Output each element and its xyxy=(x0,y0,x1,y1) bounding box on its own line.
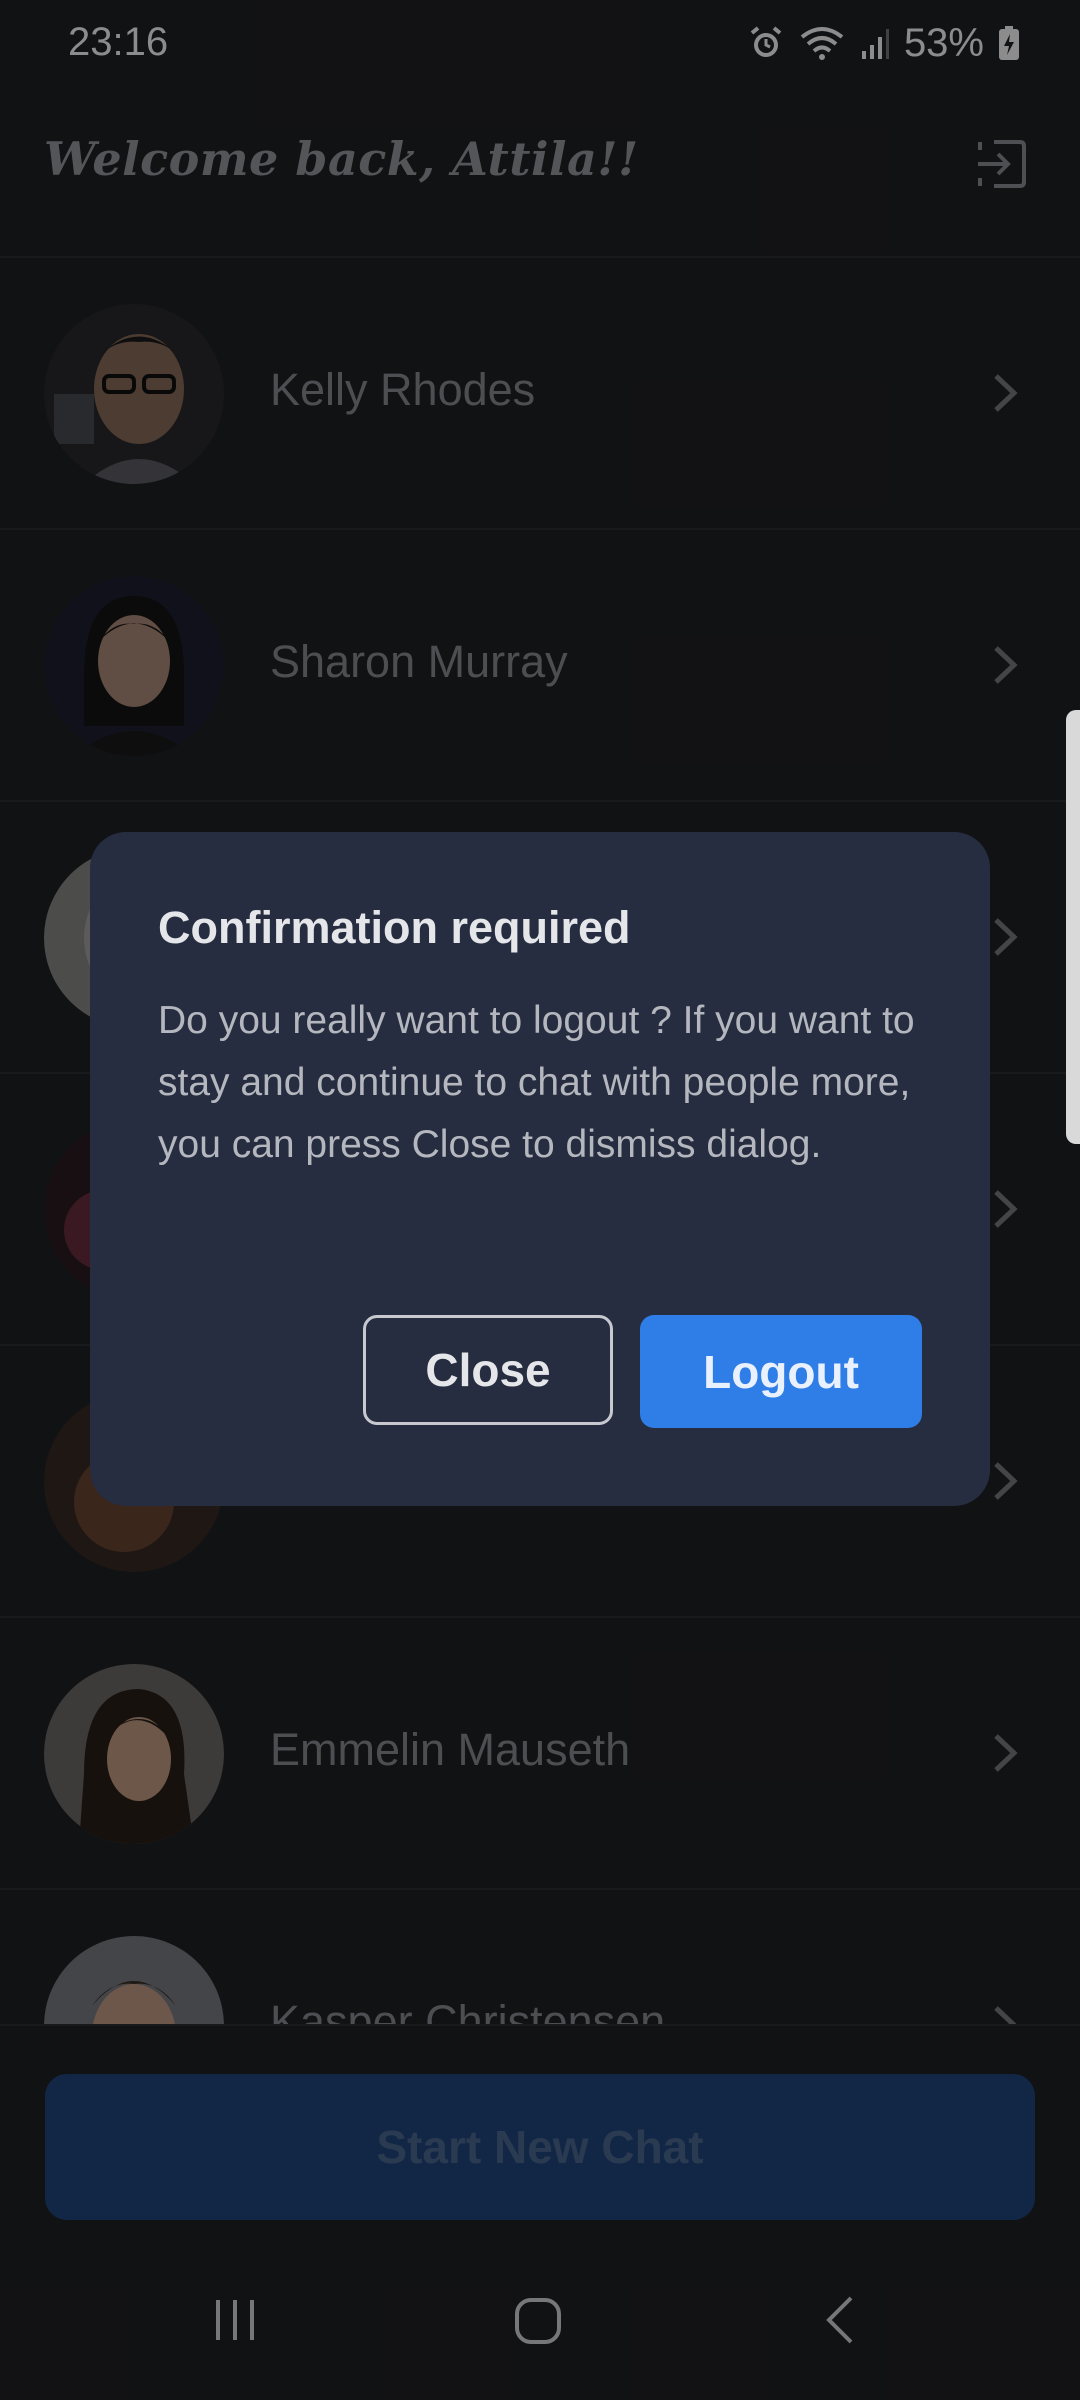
edge-panel-handle[interactable] xyxy=(1066,710,1080,1144)
close-button[interactable]: Close xyxy=(363,1315,613,1425)
dialog-title: Confirmation required xyxy=(158,902,631,953)
dialog-message: Do you really want to logout ? If you wa… xyxy=(158,999,915,1166)
logout-confirmation-dialog: Confirmation required Do you really want… xyxy=(90,832,990,1506)
logout-button[interactable]: Logout xyxy=(640,1315,922,1428)
